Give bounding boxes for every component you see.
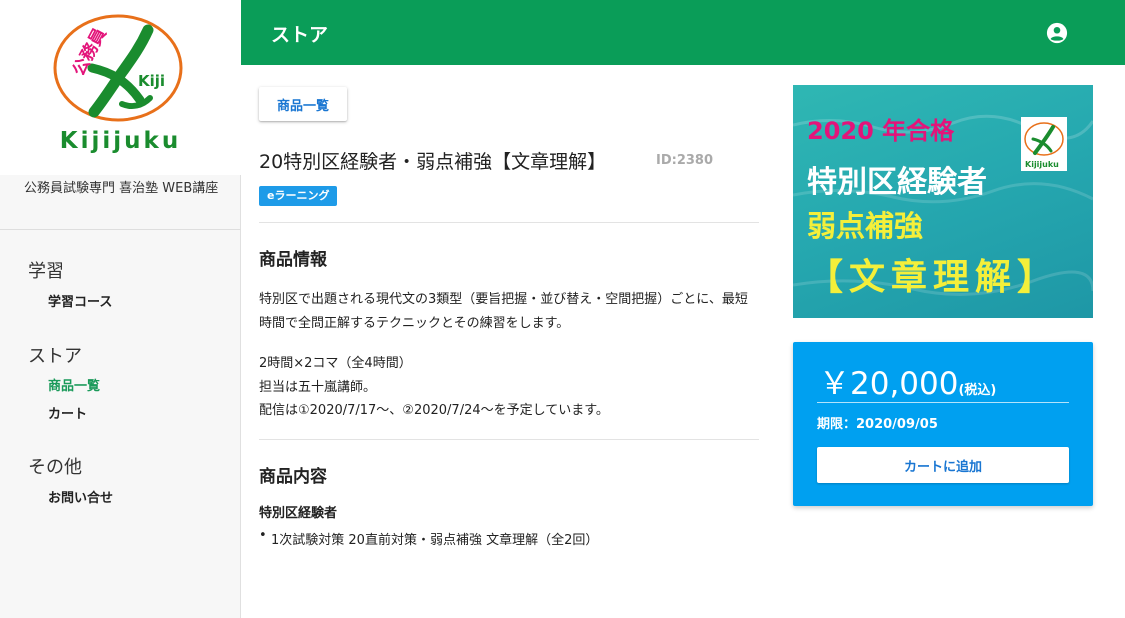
- logo-text: Kijijuku: [59, 128, 182, 154]
- deadline: 期限：2020/09/05: [817, 417, 938, 432]
- banner-line-1: 特別区経験者: [807, 165, 987, 200]
- price-divider: [817, 402, 1069, 403]
- divider: [259, 439, 759, 440]
- product-description: 特別区で出題される現代文の3類型（要旨把握・並び替え・空間把握）ごとに、最短時間…: [259, 292, 748, 331]
- list-item: 1次試験対策 20直前対策・弱点補強 文章理解（全2回）: [259, 528, 598, 548]
- add-to-cart-button[interactable]: カートに追加: [817, 447, 1069, 483]
- top-app-bar: ストア: [241, 0, 1125, 65]
- page-title: ストア: [271, 24, 329, 46]
- divider: [259, 222, 759, 223]
- sidebar-item-cart[interactable]: カート: [48, 403, 87, 422]
- svg-text:Kijijuku: Kijijuku: [1025, 160, 1059, 169]
- site-name: 公務員試験専門 喜治塾 WEB講座: [24, 181, 219, 196]
- price: ￥20,000(税込): [819, 358, 996, 403]
- sidebar-group-study: 学習: [28, 261, 64, 282]
- tax-note: (税込): [958, 383, 997, 398]
- sidebar-group-store: ストア: [28, 346, 82, 367]
- product-instructor: 担当は五十嵐講師。: [259, 380, 377, 395]
- sidebar-item-products[interactable]: 商品一覧: [48, 375, 100, 394]
- content-subheading: 特別区経験者: [259, 506, 338, 521]
- logo[interactable]: Kiji 公務員 Kijijuku: [0, 0, 241, 175]
- product-duration: 2時間×2コマ（全4時間）: [259, 356, 412, 371]
- elearning-badge: eラーニング: [259, 186, 338, 206]
- sidebar: Kiji 公務員 Kijijuku 公務員試験専門 喜治塾 WEB講座 学習 学…: [0, 0, 241, 618]
- svg-text:Kiji: Kiji: [138, 72, 165, 90]
- product-list-button[interactable]: 商品一覧: [259, 87, 347, 121]
- banner-line-3: 【文章理解】: [807, 257, 1060, 298]
- banner-logo: Kijijuku: [1021, 117, 1067, 171]
- price-amount: ￥20,000: [819, 366, 959, 402]
- product-banner-image: 2020 年合格 Kijijuku 特別区経験者 弱点補強 【文章理解】: [793, 85, 1093, 318]
- sidebar-item-contact[interactable]: お問い合せ: [48, 487, 113, 506]
- banner-year: 2020 年合格: [807, 117, 955, 145]
- product-id: ID:2380: [656, 153, 714, 168]
- app-root: Kiji 公務員 Kijijuku 公務員試験専門 喜治塾 WEB講座 学習 学…: [0, 0, 1125, 618]
- price-card: ￥20,000(税込) 期限：2020/09/05 カートに追加: [793, 342, 1093, 506]
- product-content-heading: 商品内容: [259, 467, 327, 487]
- sidebar-item-courses[interactable]: 学習コース: [48, 291, 112, 310]
- kijijuku-logo-icon: Kijijuku: [1024, 122, 1064, 169]
- account-circle-icon[interactable]: [1046, 22, 1068, 44]
- sidebar-group-other: その他: [28, 457, 82, 478]
- product-info-heading: 商品情報: [259, 250, 327, 270]
- product-title: 20特別区経験者・弱点補強【文章理解】: [259, 151, 607, 173]
- sidebar-divider: [0, 229, 241, 230]
- kijijuku-logo-icon: Kiji 公務員: [53, 14, 183, 122]
- banner-line-2: 弱点補強: [807, 209, 924, 243]
- product-schedule: 配信は①2020/7/17～、②2020/7/24～を予定しています。: [259, 403, 609, 418]
